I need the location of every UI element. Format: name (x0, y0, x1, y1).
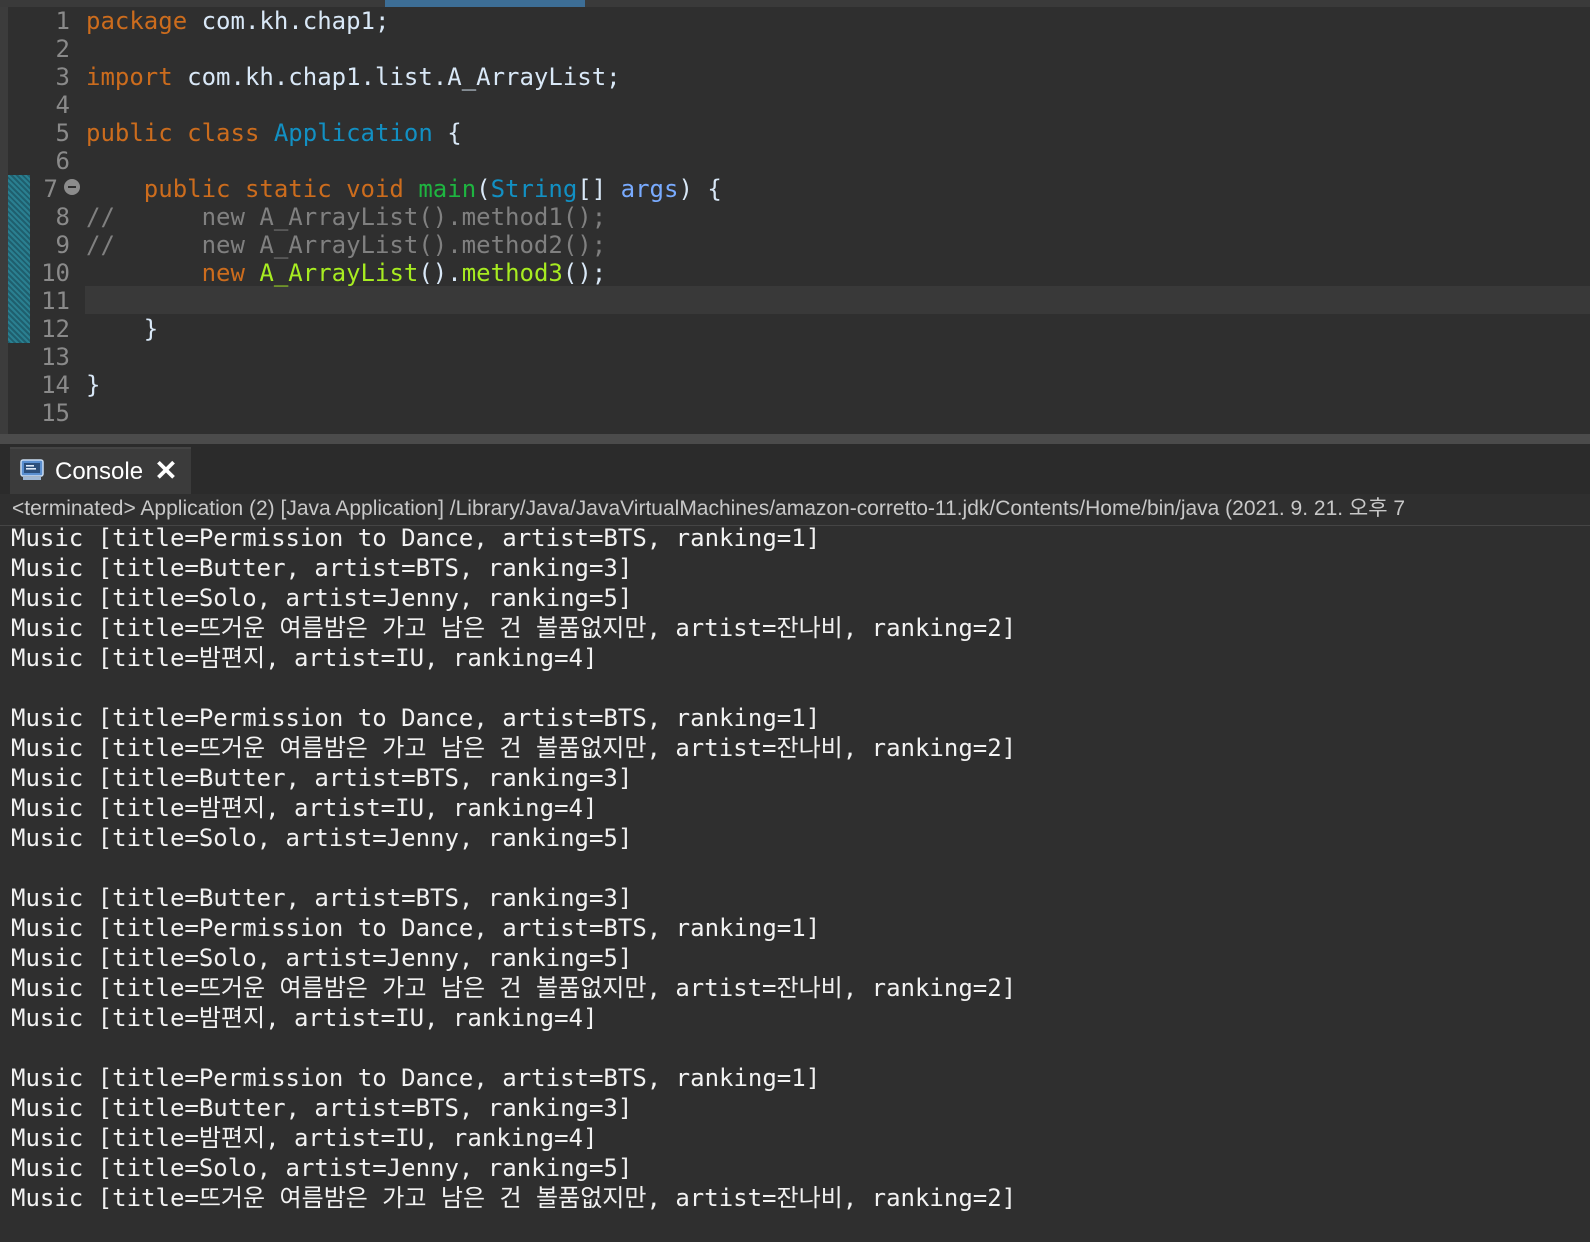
line-number-gutter: 1 2 3 4 5 6 7 8 9 10 11 12 13 14 15 (8, 7, 70, 427)
code-line: package com.kh.chap1; (86, 7, 390, 35)
line-number: 4 (55, 91, 70, 119)
code-line: import com.kh.chap1.list.A_ArrayList; (86, 63, 621, 91)
line-number: 10 (41, 259, 70, 287)
code-line: // new A_ArrayList().method1(); (86, 203, 607, 231)
code-content[interactable]: package com.kh.chap1; import com.kh.chap… (86, 7, 1586, 427)
line-number: 6 (55, 147, 70, 175)
code-line: new A_ArrayList().method3(); (201, 259, 607, 287)
code-line: } (86, 315, 159, 343)
output-line: Music [title=Butter, artist=BTS, ranking… (11, 1094, 633, 1122)
output-line: Music [title=Butter, artist=BTS, ranking… (11, 554, 633, 582)
line-number: 7 (43, 175, 58, 203)
console-tab-label: Console (55, 458, 144, 485)
output-line: Music [title=Permission to Dance, artist… (11, 1064, 821, 1092)
line-number: 1 (55, 7, 70, 35)
close-icon[interactable]: ✕ (153, 457, 179, 485)
output-line: Music [title=밤편지, artist=IU, ranking=4] (11, 1124, 598, 1152)
output-line: Music [title=Solo, artist=Jenny, ranking… (11, 944, 633, 972)
line-number: 3 (55, 63, 70, 91)
editor-left-ruler (0, 7, 8, 434)
line-number: 5 (55, 119, 70, 147)
line-number: 14 (41, 371, 70, 399)
output-line: Music [title=Permission to Dance, artist… (11, 704, 821, 732)
output-line: Music [title=Solo, artist=Jenny, ranking… (11, 824, 633, 852)
code-line: // new A_ArrayList().method2(); (86, 231, 607, 259)
code-line: public class Application { (86, 119, 462, 147)
output-line: Music [title=밤편지, artist=IU, ranking=4] (11, 794, 598, 822)
line-number: 13 (41, 343, 70, 371)
console-output: Music [title=Permission to Dance, artist… (11, 523, 1016, 1213)
line-number: 2 (55, 35, 70, 63)
output-line: Music [title=뜨거운 여름밤은 가고 남은 건 볼품없지만, art… (11, 614, 1017, 642)
output-line: Music [title=Butter, artist=BTS, ranking… (11, 884, 633, 912)
panel-divider[interactable] (0, 434, 1590, 444)
console-icon (20, 459, 44, 481)
output-line: Music [title=Permission to Dance, artist… (11, 524, 821, 552)
active-tab-indicator (385, 0, 585, 7)
code-line: public static void main(String[] args) { (143, 175, 722, 203)
output-line: Music [title=뜨거운 여름밤은 가고 남은 건 볼품없지만, art… (11, 734, 1017, 762)
output-line: Music [title=Solo, artist=Jenny, ranking… (11, 584, 633, 612)
output-line: Music [title=밤편지, artist=IU, ranking=4] (11, 1004, 598, 1032)
output-line: Music [title=Butter, artist=BTS, ranking… (11, 764, 633, 792)
code-editor[interactable]: 1 2 3 4 5 6 7 8 9 10 11 12 13 14 15 pack… (0, 0, 1590, 434)
line-number: 11 (41, 287, 70, 315)
line-number: 8 (55, 203, 70, 231)
console-status: <terminated> Application (2) [Java Appli… (12, 497, 1406, 520)
output-line: Music [title=뜨거운 여름밤은 가고 남은 건 볼품없지만, art… (11, 1184, 1017, 1212)
line-number: 15 (41, 399, 70, 427)
console-tab-bar (0, 444, 1590, 494)
editor-tab-strip (0, 0, 1590, 7)
output-line: Music [title=Permission to Dance, artist… (11, 914, 821, 942)
console-output-panel[interactable]: <terminated> Application (2) [Java Appli… (0, 494, 1590, 1242)
line-number: 9 (55, 231, 70, 259)
collapse-icon[interactable] (64, 179, 80, 195)
output-line: Music [title=뜨거운 여름밤은 가고 남은 건 볼품없지만, art… (11, 974, 1017, 1002)
line-number: 12 (41, 315, 70, 343)
output-line: Music [title=Solo, artist=Jenny, ranking… (11, 1154, 633, 1182)
code-line: } (86, 371, 101, 399)
output-line: Music [title=밤편지, artist=IU, ranking=4] (11, 644, 598, 672)
tab-console[interactable]: Console ✕ (10, 447, 191, 496)
